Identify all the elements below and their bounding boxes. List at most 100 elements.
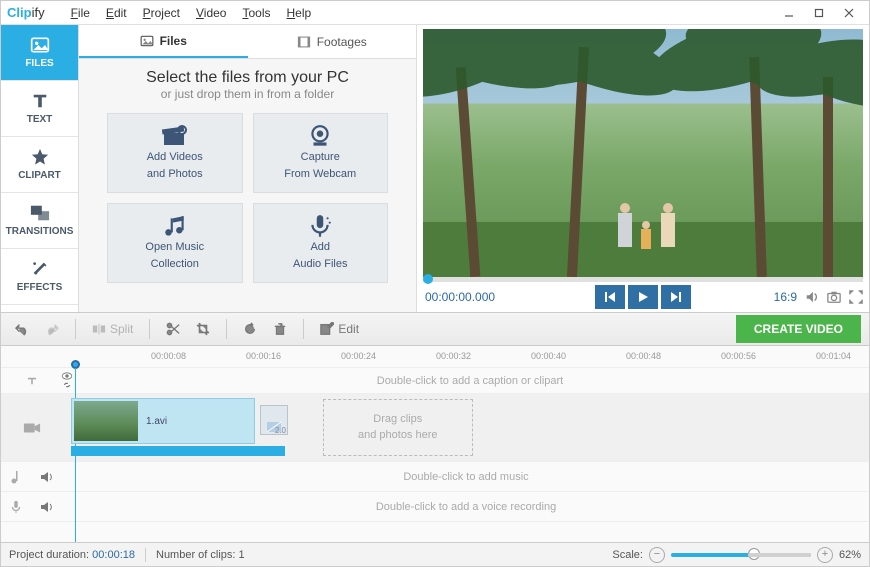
menu-video[interactable]: Video: [188, 3, 234, 23]
video-dropzone[interactable]: Drag clips and photos here: [323, 399, 473, 456]
zoom-slider[interactable]: [671, 553, 811, 557]
add-audio-button[interactable]: Add Audio Files: [253, 203, 389, 283]
headline: Select the files from your PC: [79, 69, 416, 87]
btn-line1: Add Videos: [147, 151, 203, 164]
fullscreen-icon[interactable]: [849, 290, 863, 304]
zoom-in-button[interactable]: +: [817, 547, 833, 563]
maximize-button[interactable]: [805, 4, 833, 22]
crop-icon: [196, 322, 210, 336]
voice-track: Double-click to add a voice recording: [1, 492, 869, 522]
btn-line1: Open Music: [145, 241, 204, 254]
center-tab-footages[interactable]: Footages: [248, 25, 417, 58]
preview-panel: 00:00:00.000 16:9: [417, 25, 869, 312]
caption-track: Double-click to add a caption or clipart: [1, 368, 869, 394]
prev-frame-button[interactable]: [595, 285, 625, 309]
caption-track-body[interactable]: Double-click to add a caption or clipart: [71, 368, 869, 393]
speaker-icon[interactable]: [40, 501, 54, 513]
next-frame-button[interactable]: [661, 285, 691, 309]
timeline-ruler[interactable]: 00:00:08 00:00:16 00:00:24 00:00:32 00:0…: [1, 346, 869, 368]
transition-handle[interactable]: 2.0: [260, 405, 288, 435]
scissors-icon: [166, 322, 180, 336]
tab-label: FILES: [25, 58, 53, 69]
voice-track-body[interactable]: Double-click to add a voice recording: [63, 492, 869, 521]
text-icon: [30, 92, 50, 110]
ruler-tick: 00:00:08: [151, 351, 186, 361]
files-panel-header: Select the files from your PC or just dr…: [79, 59, 416, 105]
notes-icon: [162, 215, 188, 237]
files-actions-grid: Add Videos and Photos Capture From Webca…: [79, 105, 416, 291]
add-videos-photos-button[interactable]: Add Videos and Photos: [107, 113, 243, 193]
edit-button[interactable]: Edit: [314, 318, 365, 340]
files-panel: Files Footages Select the files from you…: [79, 25, 417, 312]
zoom-out-button[interactable]: −: [649, 547, 665, 563]
rotate-button[interactable]: [237, 318, 263, 340]
scale-control: Scale: − + 62%: [612, 547, 861, 563]
music-track-body[interactable]: Double-click to add music: [63, 462, 869, 491]
ruler-tick: 00:00:40: [531, 351, 566, 361]
film-icon: [297, 35, 311, 49]
star-icon: [30, 148, 50, 166]
menu-help[interactable]: Help: [278, 3, 319, 23]
cut-button[interactable]: [160, 318, 186, 340]
speaker-icon[interactable]: [40, 471, 54, 483]
video-track: 1.avi 2.0 Drag clips and photos here: [1, 394, 869, 462]
clip-thumbnail: [74, 401, 138, 441]
tab-label: EFFECTS: [17, 282, 63, 293]
slider-knob-icon[interactable]: [748, 548, 760, 560]
webcam-icon: [307, 125, 333, 147]
image-icon: [30, 36, 50, 54]
menu-tools[interactable]: Tools: [234, 3, 278, 23]
subheadline: or just drop them in from a folder: [79, 87, 416, 101]
wand-icon: [30, 260, 50, 278]
tab-label: TEXT: [27, 114, 53, 125]
undo-button[interactable]: [9, 318, 35, 340]
close-button[interactable]: [835, 4, 863, 22]
tab-transitions[interactable]: TRANSITIONS: [1, 193, 78, 249]
note-icon: [10, 470, 22, 484]
delete-button[interactable]: [267, 318, 293, 340]
ruler-tick: 00:00:32: [436, 351, 471, 361]
app-brand: Clipify: [7, 5, 45, 20]
camera-icon: [23, 421, 41, 435]
clip-audio-bar[interactable]: [71, 446, 285, 456]
project-duration-value: 00:00:18: [92, 549, 135, 561]
snapshot-icon[interactable]: [827, 290, 841, 304]
scale-value: 62%: [839, 549, 861, 561]
text-track-icon: [26, 377, 38, 385]
music-track: Double-click to add music: [1, 462, 869, 492]
tab-files[interactable]: FILES: [1, 25, 78, 81]
minimize-button[interactable]: [775, 4, 803, 22]
image-icon: [140, 34, 154, 48]
open-music-button[interactable]: Open Music Collection: [107, 203, 243, 283]
crop-button[interactable]: [190, 318, 216, 340]
aspect-ratio[interactable]: 16:9: [774, 290, 797, 304]
play-button[interactable]: [628, 285, 658, 309]
menu-project[interactable]: Project: [135, 3, 188, 23]
rotate-icon: [243, 322, 257, 336]
create-video-button[interactable]: CREATE VIDEO: [736, 315, 861, 343]
volume-icon[interactable]: [805, 290, 819, 304]
tab-text[interactable]: TEXT: [1, 81, 78, 137]
dropzone-line1: Drag clips: [358, 412, 438, 427]
menu-edit[interactable]: Edit: [98, 3, 135, 23]
menu-bar: File Edit Project Video Tools Help: [63, 3, 320, 23]
ruler-tick: 00:00:48: [626, 351, 661, 361]
center-tab-files[interactable]: Files: [79, 25, 248, 58]
split-button[interactable]: Split: [86, 318, 139, 340]
btn-line2: Collection: [151, 258, 199, 271]
tab-clipart[interactable]: CLIPART: [1, 137, 78, 193]
menu-file[interactable]: File: [63, 3, 98, 23]
caption-hint: Double-click to add a caption or clipart: [377, 375, 563, 387]
tab-effects[interactable]: EFFECTS: [1, 249, 78, 305]
center-tabs: Files Footages: [79, 25, 416, 59]
video-clip[interactable]: 1.avi 2.0: [71, 398, 255, 444]
window-controls: [775, 4, 863, 22]
preview-viewport[interactable]: [423, 29, 863, 277]
tab-label: Footages: [317, 35, 367, 49]
overlap-icon: [30, 204, 50, 222]
video-track-body[interactable]: 1.avi 2.0 Drag clips and photos here: [63, 394, 869, 461]
capture-webcam-button[interactable]: Capture From Webcam: [253, 113, 389, 193]
redo-button[interactable]: [39, 318, 65, 340]
scale-label: Scale:: [612, 549, 643, 561]
title-bar: Clipify File Edit Project Video Tools He…: [1, 1, 869, 25]
